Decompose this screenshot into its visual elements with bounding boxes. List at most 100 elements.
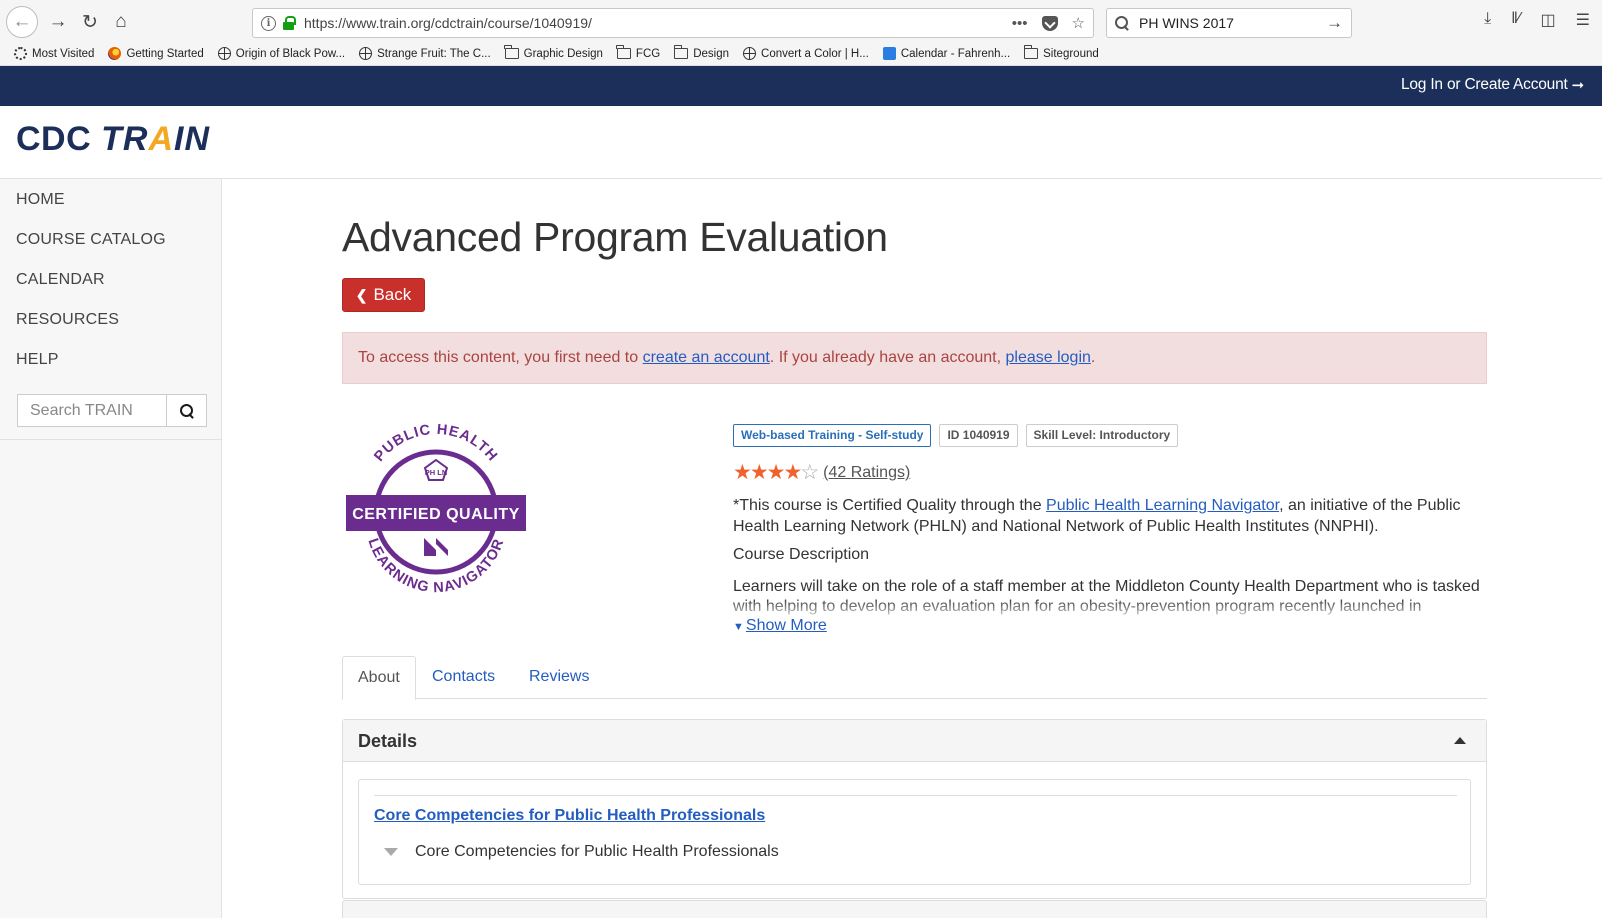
search-go-arrow-icon[interactable]: → <box>1326 13 1343 33</box>
competencies-box: Core Competencies for Public Health Prof… <box>358 779 1471 885</box>
sign-in-icon: ➞ <box>1571 77 1585 94</box>
globe-icon <box>743 47 757 60</box>
gear-icon <box>14 47 27 60</box>
access-alert: To access this content, you first need t… <box>342 332 1487 384</box>
sidebar-toggle-icon[interactable]: ◫ <box>1541 10 1556 30</box>
collapse-caret-up-icon[interactable] <box>1454 737 1466 744</box>
bookmark-item[interactable]: Graphic Design <box>504 45 603 60</box>
bookmark-item[interactable]: Calendar - Fahrenh... <box>882 47 1010 60</box>
back-arrow-icon[interactable]: ← <box>6 6 38 38</box>
certified-quality-seal-icon: PUBLIC HEALTH LEARNING NAVIGATOR PH LN C… <box>346 422 526 596</box>
star-filled-icon: ★ <box>733 461 752 484</box>
sidebar: HOME COURSE CATALOG CALENDAR RESOURCES H… <box>0 179 222 918</box>
sidebar-item-home[interactable]: HOME <box>0 180 221 220</box>
course-tabs: About Contacts Reviews <box>342 656 1487 700</box>
search-icon <box>1115 16 1129 30</box>
forward-arrow-icon[interactable]: → <box>44 8 72 36</box>
certified-note: *This course is Certified Quality throug… <box>733 497 1461 535</box>
bookmark-item[interactable]: FCG <box>616 45 660 60</box>
tab-contacts[interactable]: Contacts <box>417 656 510 699</box>
folder-icon <box>616 45 631 59</box>
certified-quality-badge: PUBLIC HEALTH LEARNING NAVIGATOR PH LN C… <box>346 422 526 596</box>
course-rating: ★★★★☆ (42 Ratings) <box>733 460 910 485</box>
ratings-count-link[interactable]: (42 Ratings) <box>823 464 910 482</box>
info-icon[interactable]: i <box>261 15 276 31</box>
expand-triangle-icon[interactable] <box>384 848 398 856</box>
bookmark-star-icon[interactable]: ☆ <box>1072 14 1085 32</box>
sidebar-item-help[interactable]: HELP <box>0 340 221 380</box>
create-account-link[interactable]: create an account <box>643 349 770 366</box>
folder-icon <box>673 45 689 59</box>
folder-icon <box>1023 45 1039 59</box>
course-tags: Web-based Training - Self-study ID 10409… <box>733 424 1179 447</box>
browser-search-bar[interactable]: PH WINS 2017 → <box>1106 8 1352 38</box>
url-bar[interactable]: i https://www.train.org/cdctrain/course/… <box>252 8 1094 38</box>
page-title: Advanced Program Evaluation <box>342 214 888 260</box>
search-icon <box>179 403 194 418</box>
pocket-icon[interactable] <box>1041 15 1058 31</box>
details-heading: Details <box>358 731 418 751</box>
menu-icon[interactable]: ☰ <box>1576 10 1590 30</box>
bookmark-item[interactable]: Design <box>673 45 729 60</box>
bookmark-item[interactable]: Origin of Black Pow... <box>217 47 345 60</box>
course-id-badge: ID 1040919 <box>939 424 1018 447</box>
delivery-type-badge: Web-based Training - Self-study <box>733 424 932 447</box>
sidebar-item-calendar[interactable]: CALENDAR <box>0 260 221 300</box>
login-label: Log In or Create Account <box>1400 76 1568 93</box>
globe-icon <box>217 47 231 60</box>
sidebar-item-resources[interactable]: RESOURCES <box>0 300 221 340</box>
bookmark-item[interactable]: Strange Fruit: The C... <box>359 47 491 60</box>
tab-about[interactable]: About <box>342 656 416 700</box>
please-login-link[interactable]: please login <box>1006 349 1091 366</box>
star-filled-icon: ★ <box>749 461 769 484</box>
course-description-heading: Course Description <box>733 546 870 563</box>
course-description-text: Learners will take on the role of a staf… <box>733 578 1480 615</box>
browser-toolbar: ← → ↻ ⌂ i https://www.train.org/cdctrain… <box>0 0 1602 42</box>
library-icon[interactable]: ‖∕ <box>1511 10 1520 30</box>
star-filled-icon: ★ <box>766 461 786 484</box>
rating-stars: ★★★★☆ <box>733 460 819 485</box>
show-more-link[interactable]: ▼ Show More <box>733 617 827 635</box>
caret-down-icon: ▼ <box>733 621 744 633</box>
home-icon[interactable]: ⌂ <box>107 8 135 36</box>
back-button[interactable]: ❮ Back <box>342 278 425 312</box>
next-panel-header[interactable] <box>342 900 1487 918</box>
sidebar-divider <box>0 439 221 440</box>
competencies-divider <box>374 795 1457 796</box>
sidebar-item-course-catalog[interactable]: COURSE CATALOG <box>0 220 221 260</box>
svg-text:PUBLIC HEALTH: PUBLIC HEALTH <box>371 424 500 465</box>
browser-search-input[interactable]: PH WINS 2017 <box>1139 15 1326 31</box>
globe-icon <box>359 47 373 60</box>
calendar-icon <box>882 47 896 60</box>
sidebar-search: Search TRAIN <box>17 394 207 427</box>
bookmark-item[interactable]: Getting Started <box>108 47 204 60</box>
more-actions-icon[interactable]: ••• <box>1012 15 1028 32</box>
login-create-account-link[interactable]: Log In or Create Account ➞ <box>1401 76 1584 94</box>
competency-tree-item[interactable]: Core Competencies for Public Health Prof… <box>374 843 779 861</box>
core-competencies-link[interactable]: Core Competencies for Public Health Prof… <box>374 807 765 825</box>
firefox-icon <box>108 47 122 60</box>
star-empty-icon: ☆ <box>800 461 819 484</box>
skill-level-badge: Skill Level: Introductory <box>1025 424 1179 447</box>
lock-icon <box>283 16 296 30</box>
details-panel-header[interactable]: Details <box>343 720 1486 762</box>
tab-reviews[interactable]: Reviews <box>514 656 604 699</box>
chevron-left-icon: ❮ <box>355 286 368 303</box>
search-button[interactable] <box>166 394 207 427</box>
bookmark-item[interactable]: Convert a Color | H... <box>743 47 869 60</box>
phln-navigator-link[interactable]: Public Health Learning Navigator <box>1046 497 1279 514</box>
details-panel: Details Core Competencies for Public Hea… <box>342 719 1487 899</box>
bookmark-item[interactable]: Siteground <box>1023 45 1099 60</box>
cdc-train-logo[interactable]: CDC TRAIN <box>16 120 210 159</box>
url-text[interactable]: https://www.train.org/cdctrain/course/10… <box>304 15 1012 31</box>
site-top-bar: Log In or Create Account ➞ <box>0 66 1602 106</box>
bookmarks-toolbar: Most Visited Getting Started Origin of B… <box>0 42 1602 66</box>
star-filled-icon: ★ <box>783 461 802 484</box>
svg-text:CERTIFIED QUALITY: CERTIFIED QUALITY <box>352 506 520 523</box>
reload-icon[interactable]: ↻ <box>76 8 104 36</box>
svg-text:PH LN: PH LN <box>425 468 448 477</box>
search-train-input[interactable]: Search TRAIN <box>17 394 166 427</box>
folder-icon <box>504 45 519 59</box>
download-icon[interactable]: ⤓ <box>1484 10 1491 30</box>
bookmark-item[interactable]: Most Visited <box>14 47 94 60</box>
